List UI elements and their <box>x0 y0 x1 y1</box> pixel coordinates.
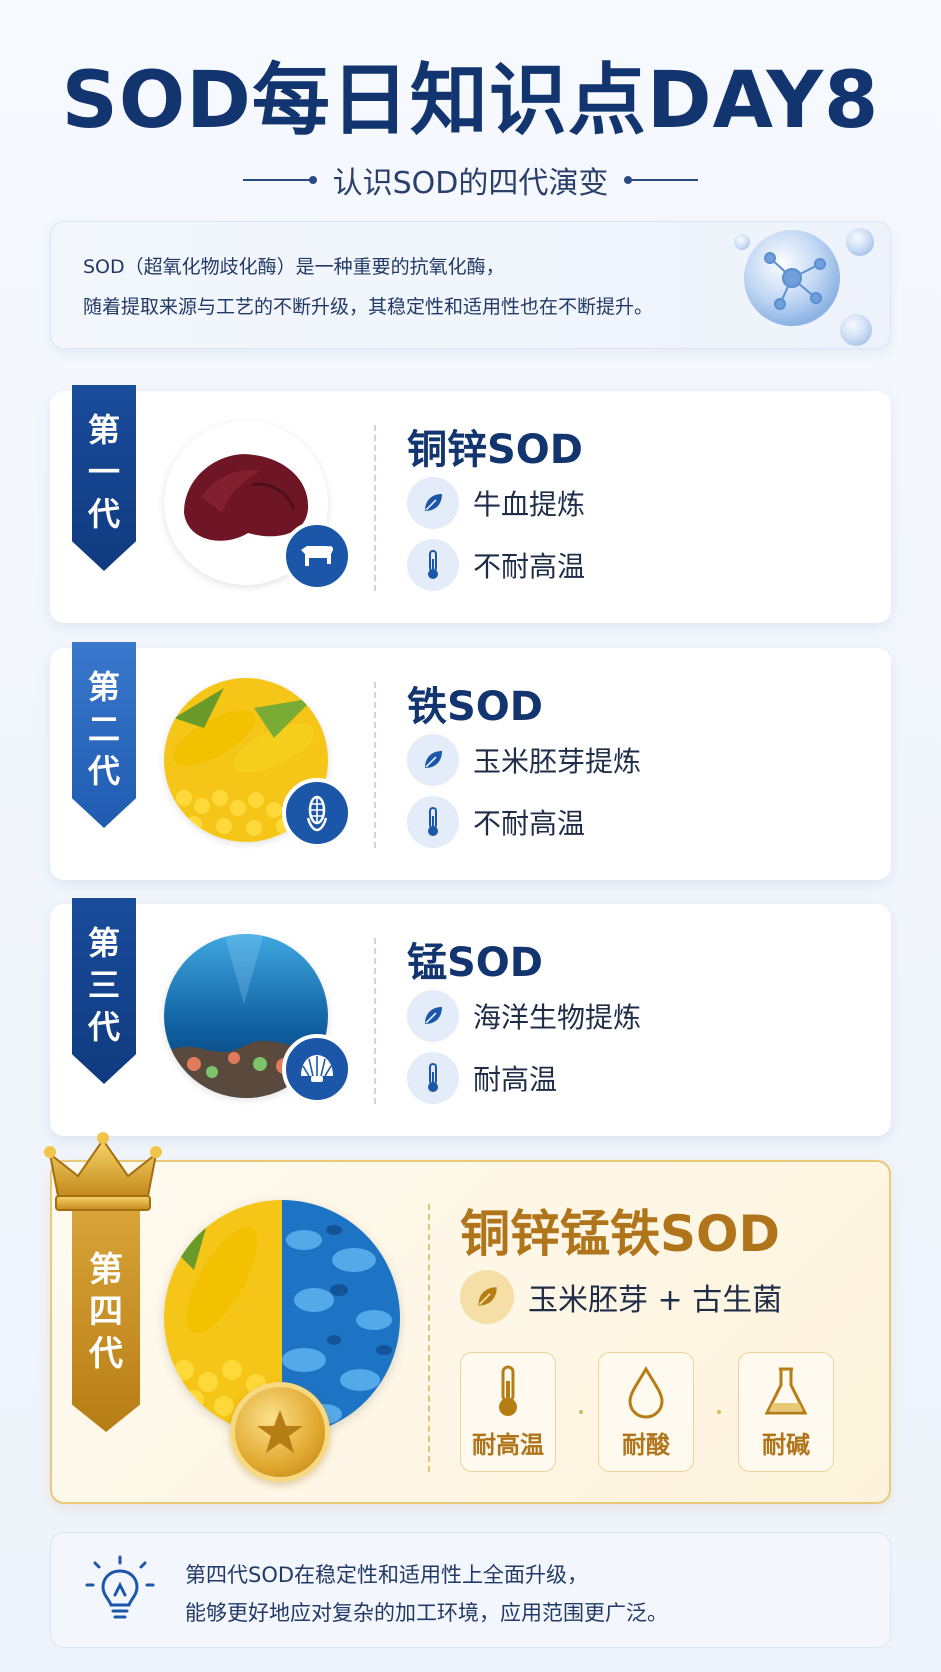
source-text: 海洋生物提炼 <box>473 1001 642 1034</box>
property-label: 耐高温 <box>472 1431 544 1459</box>
generation-ribbon-1: 第 一 代 <box>72 385 136 571</box>
separator-dot <box>579 1410 583 1414</box>
summary-note: 第四代SOD在稳定性和适用性上全面升级， 能够更好地应对复杂的加工环境，应用范围… <box>50 1532 891 1648</box>
generation-ribbon-2: 第 二 代 <box>72 642 136 828</box>
heat-feature: 耐高温 <box>407 1052 557 1104</box>
property-label: 耐碱 <box>762 1431 810 1459</box>
ribbon-char: 第 <box>87 668 120 706</box>
ribbon-char: 第 <box>89 1250 123 1290</box>
source-feature: 牛血提炼 <box>407 477 585 529</box>
property-heat: 耐高温 <box>460 1352 556 1472</box>
property-label: 耐酸 <box>622 1431 670 1459</box>
card-divider <box>428 1204 430 1472</box>
card-divider <box>374 938 376 1104</box>
ribbon-char: 代 <box>87 495 120 533</box>
generation-card-1: 第 一 代 铜锌SOD 牛血提炼 不耐高温 <box>50 385 891 623</box>
molecule-icon <box>734 228 874 346</box>
subtitle-row: 认识SOD的四代演变 <box>0 158 941 202</box>
source-feature: 玉米胚芽 + 古生菌 <box>460 1270 782 1324</box>
property-acid: 耐酸 <box>598 1352 694 1472</box>
generation-card-4: 第 四 代 铜锌锰铁SOD 玉米胚芽 + 古生菌 耐高温 耐酸 耐碱 <box>44 1132 891 1504</box>
source-text: 牛血提炼 <box>473 488 586 521</box>
droplet-icon <box>628 1365 664 1419</box>
ribbon-char: 代 <box>87 752 120 790</box>
subtitle-divider-left <box>242 176 317 184</box>
generation-name: 锰SOD <box>407 940 544 986</box>
note-line-1: 第四代SOD在稳定性和适用性上全面升级， <box>185 1563 589 1587</box>
leaf-icon <box>407 734 459 786</box>
ribbon-char: 二 <box>87 710 120 748</box>
card-divider <box>374 682 376 848</box>
corn-icon <box>282 778 352 848</box>
intro-panel: SOD（超氧化物歧化酶）是一种重要的抗氧化酶， 随着提取来源与工艺的不断升级，其… <box>50 221 891 349</box>
star-medal-icon <box>230 1382 330 1482</box>
generation-name: 铜锌锰铁SOD <box>460 1205 781 1263</box>
separator-dot <box>717 1410 721 1414</box>
ribbon-char: 代 <box>89 1334 123 1374</box>
ribbon-char: 第 <box>87 924 120 962</box>
source-text: 玉米胚芽提炼 <box>473 745 642 778</box>
heat-feature: 不耐高温 <box>407 539 585 591</box>
leaf-icon <box>460 1270 514 1324</box>
heat-text: 不耐高温 <box>473 807 586 840</box>
source-feature: 海洋生物提炼 <box>407 990 641 1042</box>
leaf-icon <box>407 990 459 1042</box>
heat-text: 耐高温 <box>473 1063 558 1096</box>
lightbulb-icon <box>85 1555 155 1619</box>
generation-name: 铜锌SOD <box>407 427 584 473</box>
page-subtitle: 认识SOD的四代演变 <box>332 166 609 201</box>
thermometer-icon <box>407 539 459 591</box>
source-text: 玉米胚芽 + 古生菌 <box>528 1283 783 1318</box>
generation-ribbon-3: 第 三 代 <box>72 898 136 1084</box>
intro-line-1: SOD（超氧化物歧化酶）是一种重要的抗氧化酶， <box>83 256 505 278</box>
subtitle-divider-right <box>624 176 699 184</box>
flask-icon <box>764 1367 808 1415</box>
source-feature: 玉米胚芽提炼 <box>407 734 641 786</box>
crown-icon <box>44 1132 162 1211</box>
ribbon-char: 一 <box>87 453 120 491</box>
page-title: SOD每日知识点DAY8 <box>61 56 880 146</box>
thermometer-icon <box>407 796 459 848</box>
generation-ribbon-4: 第 四 代 <box>72 1204 140 1432</box>
cow-icon <box>282 521 352 591</box>
property-alkali: 耐碱 <box>738 1352 834 1472</box>
card-divider <box>374 425 376 591</box>
heat-feature: 不耐高温 <box>407 796 585 848</box>
thermometer-icon <box>407 1052 459 1104</box>
generation-card-3: 第 三 代 锰SOD 海洋生物提炼 耐高温 <box>50 898 891 1136</box>
generation-card-2: 第 二 代 铁SOD 玉米胚芽提炼 不耐高温 <box>50 642 891 880</box>
leaf-icon <box>407 477 459 529</box>
ribbon-char: 四 <box>89 1292 123 1332</box>
shell-icon <box>282 1034 352 1104</box>
thermometer-icon <box>499 1365 517 1416</box>
generation-name: 铁SOD <box>407 684 544 730</box>
ribbon-char: 第 <box>87 411 120 449</box>
ribbon-char: 代 <box>87 1008 120 1046</box>
ribbon-char: 三 <box>87 966 120 1004</box>
heat-text: 不耐高温 <box>473 550 586 583</box>
intro-line-2: 随着提取来源与工艺的不断升级，其稳定性和适用性也在不断提升。 <box>83 296 654 318</box>
note-line-2: 能够更好地应对复杂的加工环境，应用范围更广泛。 <box>185 1601 668 1625</box>
